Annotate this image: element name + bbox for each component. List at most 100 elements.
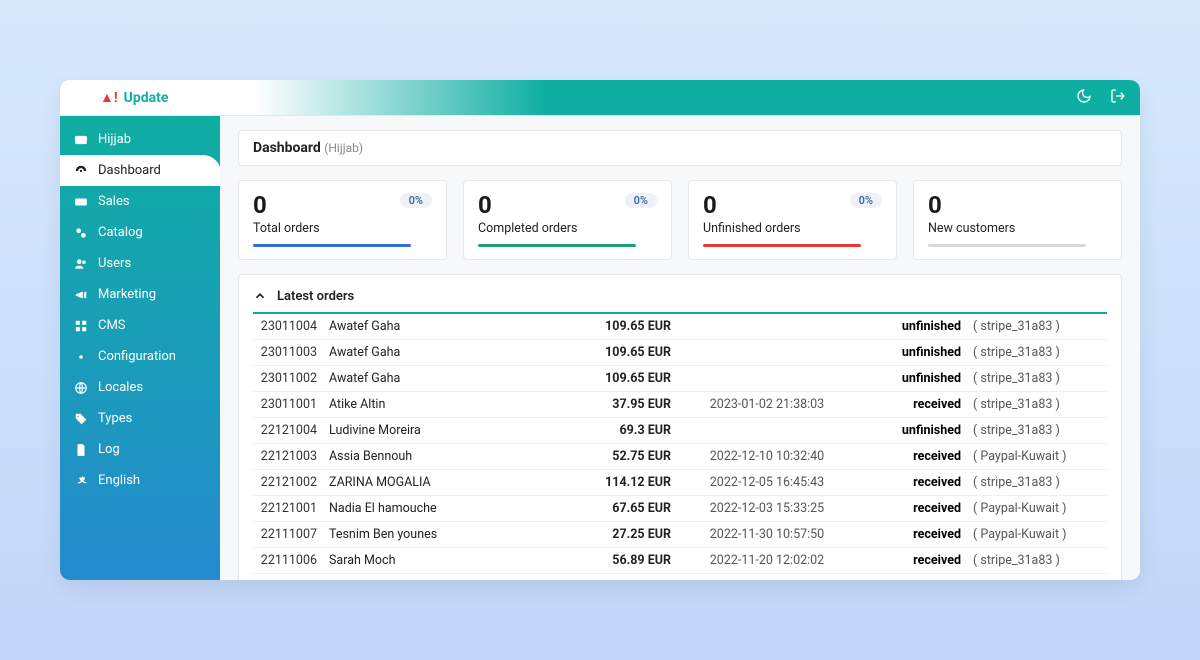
order-status: unfinished [857, 417, 967, 443]
update-link[interactable]: ▲! Update [100, 89, 168, 106]
order-date [677, 339, 857, 365]
order-amount: 27.25 EUR [567, 521, 677, 547]
order-status: received [857, 521, 967, 547]
order-amount: 67.65 EUR [567, 495, 677, 521]
sidebar-item-label: CMS [98, 318, 126, 333]
cogs-icon [74, 226, 88, 240]
sidebar-item-label: Locales [98, 380, 143, 395]
panel-header[interactable]: Latest orders [253, 285, 1107, 314]
order-status: received [857, 469, 967, 495]
app-window: ▲! Update Hijjab Dashboard SalesCatalog Use… [60, 80, 1140, 580]
order-date: 2022-11-20 12:02:02 [677, 547, 857, 573]
table-row[interactable]: 23011003Awatef Gaha109.65 EUR unfinished(… [253, 339, 1107, 365]
topbar-actions [1076, 88, 1126, 108]
stat-bar [253, 244, 411, 247]
order-customer: Awatef Gaha [323, 339, 567, 365]
order-customer: Atike Altin [323, 391, 567, 417]
page-subtitle: (Hijjab) [324, 141, 363, 155]
page-header: Dashboard (Hijjab) [238, 130, 1122, 166]
sidebar-item-label: Hijjab [98, 132, 131, 147]
order-method: ( stripe_31a83 ) [967, 391, 1107, 417]
sidebar-item-english[interactable]: English [60, 465, 220, 496]
sidebar-item-label: Dashboard [98, 163, 161, 178]
table-row[interactable]: 22111007Tesnim Ben younes27.25 EUR2022-1… [253, 521, 1107, 547]
grid-icon [74, 319, 88, 333]
sidebar-item-label: Types [98, 411, 132, 426]
order-method: ( stripe_31a83 ) [967, 417, 1107, 443]
order-date [677, 417, 857, 443]
sidebar-item-log[interactable]: Log [60, 434, 220, 465]
theme-toggle[interactable] [1076, 88, 1092, 108]
update-label: Update [124, 90, 169, 106]
order-method: ( stripe_31a83 ) [967, 547, 1107, 573]
stat-bar [928, 244, 1086, 247]
order-amount: 37.95 EUR [567, 391, 677, 417]
order-amount: 52.75 EUR [567, 443, 677, 469]
stat-label: Unfinished orders [703, 221, 882, 236]
stat-badge: 0% [400, 193, 432, 208]
stats-row: 0 0% Total orders 00%Completed orders00%Unf… [238, 180, 1122, 260]
sidebar-item-locales[interactable]: Locales [60, 372, 220, 403]
stat-badge: 0% [625, 193, 657, 208]
order-status: unfinished [857, 339, 967, 365]
order-id: 22121003 [253, 443, 323, 469]
sidebar-item-configuration[interactable]: Configuration [60, 341, 220, 372]
order-customer: Assia Bennouh [323, 443, 567, 469]
order-id: 23011003 [253, 339, 323, 365]
order-status: received [857, 443, 967, 469]
order-id: 23011002 [253, 365, 323, 391]
order-status: unfinished [857, 365, 967, 391]
order-date [677, 314, 857, 340]
table-row[interactable]: 22121004Ludivine Moreira69.3 EURunfinish… [253, 417, 1107, 443]
stat-label: Total orders [253, 221, 432, 236]
sidebar-item-dashboard[interactable]: Dashboard [60, 155, 221, 186]
stat-value: 0 [928, 191, 1107, 219]
table-row[interactable]: 22121003Assia Bennouh52.75 EUR2022-12-10… [253, 443, 1107, 469]
sidebar-item-marketing[interactable]: Marketing [60, 279, 220, 310]
order-id: 22111007 [253, 521, 323, 547]
table-row[interactable]: 23011002Awatef Gaha109.65 EURunfinished(… [253, 365, 1107, 391]
table-row[interactable]: 23011001Atike Altin37.95 EUR2023-01-02 2… [253, 391, 1107, 417]
order-method: ( stripe_31a83 ) [967, 339, 1107, 365]
page-title: Dashboard [253, 140, 321, 156]
logout-button[interactable] [1110, 88, 1126, 108]
table-row[interactable]: 22121001Nadia El hamouche67.65 EUR2022-1… [253, 495, 1107, 521]
order-date [677, 365, 857, 391]
order-method: ( stripe_31a83 ) [967, 314, 1107, 340]
sidebar-item-types[interactable]: Types [60, 403, 220, 434]
stat-label: New customers [928, 221, 1107, 236]
card-icon [74, 133, 88, 147]
order-amount: 109.65 EUR [567, 339, 677, 365]
topbar: ▲! Update [60, 80, 1140, 116]
order-date: 2023-01-02 21:38:03 [677, 391, 857, 417]
order-id: 23011001 [253, 391, 323, 417]
sidebar-item-label: Users [98, 256, 131, 271]
order-status: received [857, 495, 967, 521]
stat-card: 00%Unfinished orders [688, 180, 897, 260]
sidebar-item-users[interactable]: Users [60, 248, 220, 279]
stat-card: 0 New customers [913, 180, 1122, 260]
sidebar-item-cms[interactable]: CMS [60, 310, 220, 341]
panel-title: Latest orders [277, 289, 354, 304]
order-id: 22121001 [253, 495, 323, 521]
table-row[interactable]: 23011004Awatef Gaha109.65 EURunfinished(… [253, 314, 1107, 340]
table-row[interactable]: 22111006Sarah Moch56.89 EUR2022-11-20 12… [253, 547, 1107, 573]
table-row[interactable]: 22121002ZARINA MOGALIA114.12 EUR2022-12-… [253, 469, 1107, 495]
order-customer: Nadia El hamouche [323, 495, 567, 521]
order-customer: ZARINA MOGALIA [323, 469, 567, 495]
sidebar-item-sales[interactable]: Sales [60, 186, 220, 217]
order-method: ( Paypal-Kuwait ) [967, 443, 1107, 469]
order-status: received [857, 391, 967, 417]
sidebar-item-label: Log [98, 442, 120, 457]
order-id: 22111006 [253, 547, 323, 573]
order-amount: 69.3 EUR [567, 417, 677, 443]
order-amount: 109.65 EUR [567, 314, 677, 340]
order-status: unfinished [857, 314, 967, 340]
sidebar-item-catalog[interactable]: Catalog [60, 217, 220, 248]
doc-icon [74, 443, 88, 457]
sidebar-item-hijjab[interactable]: Hijjab [60, 124, 220, 155]
order-customer: Awatef Gaha [323, 314, 567, 340]
globe-icon [74, 381, 88, 395]
stat-card: 00%Completed orders [463, 180, 672, 260]
warning-icon: ▲! [100, 89, 118, 106]
